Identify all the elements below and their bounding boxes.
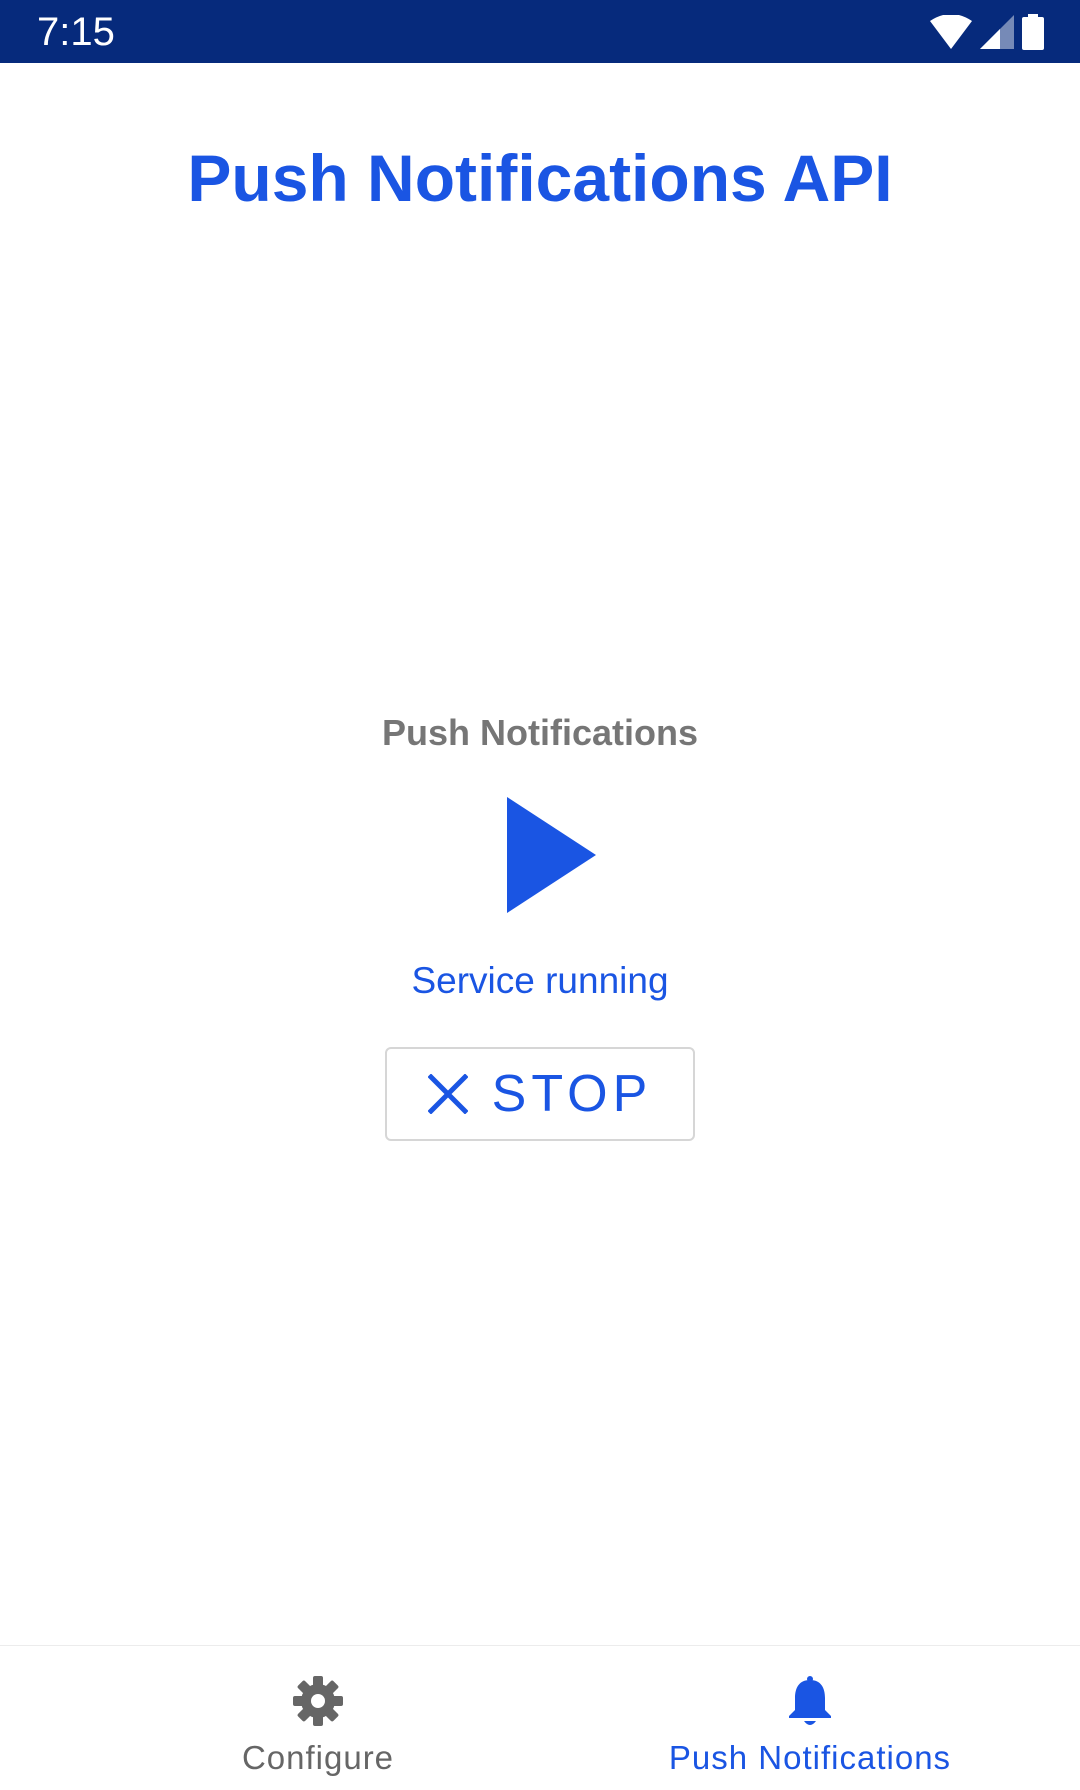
gear-icon — [293, 1676, 343, 1726]
service-status-text: Service running — [411, 960, 669, 1001]
wifi-icon — [930, 15, 972, 49]
battery-icon — [1022, 14, 1044, 50]
bottom-nav: Configure Push Notifications — [0, 1645, 1080, 1790]
stop-button-label: STOP — [491, 1065, 653, 1123]
service-label: Push Notifications — [381, 712, 699, 753]
stop-button[interactable]: STOP — [385, 1047, 695, 1141]
play-icon — [507, 797, 596, 913]
nav-item-configure[interactable]: Configure — [48, 1646, 588, 1790]
status-icons — [930, 12, 1044, 52]
nav-item-push-notifications[interactable]: Push Notifications — [540, 1646, 1080, 1790]
nav-label-push-notifications: Push Notifications — [668, 1739, 952, 1776]
bell-icon — [789, 1676, 831, 1725]
status-time: 7:15 — [37, 10, 115, 54]
app-screen: 7:15 Push Notifications API Push Notific… — [0, 0, 1080, 1790]
status-bar: 7:15 — [0, 0, 1080, 63]
close-icon — [427, 1074, 468, 1114]
page-title: Push Notifications API — [187, 141, 893, 215]
cell-signal-icon — [980, 15, 1014, 49]
nav-label-configure: Configure — [241, 1739, 395, 1776]
